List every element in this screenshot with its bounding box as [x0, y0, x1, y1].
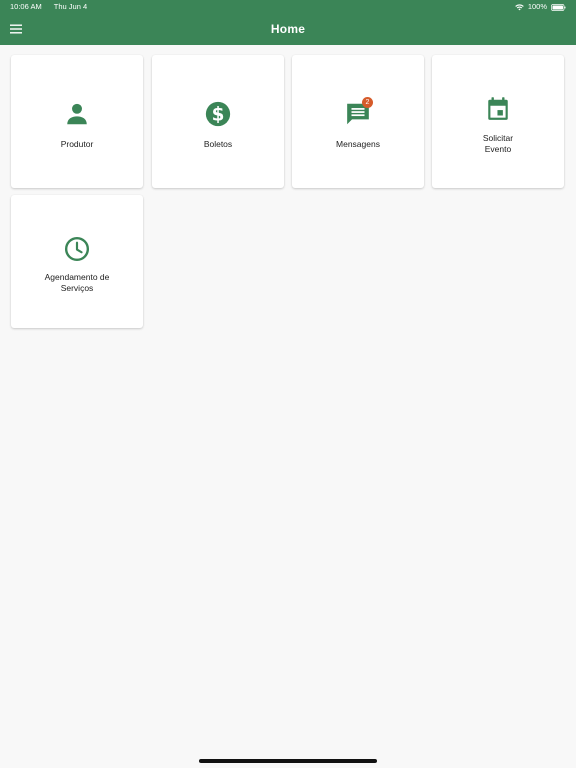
svg-text:$: $: [212, 105, 225, 126]
tile-label: Mensagens: [336, 139, 380, 149]
unread-badge: 2: [362, 97, 373, 108]
dollar-coin-icon: $: [205, 101, 231, 127]
tile-agendamento-servicos[interactable]: Agendamento de Serviços: [11, 195, 143, 328]
tile-boletos[interactable]: $ Boletos: [152, 55, 284, 188]
tile-produtor[interactable]: Produtor: [11, 55, 143, 188]
tile-label: Boletos: [203, 139, 233, 149]
calendar-icon: [485, 96, 511, 122]
tile-solicitar-evento[interactable]: Solicitar Evento: [432, 55, 564, 188]
app-bar: Home: [0, 14, 576, 45]
status-right: 100%: [515, 0, 566, 14]
message-icon: 2: [345, 97, 373, 127]
top-bar: 10:06 AM Thu Jun 4 100% Home: [0, 0, 576, 45]
status-bar: 10:06 AM Thu Jun 4 100%: [0, 0, 576, 14]
person-icon: [64, 101, 90, 127]
tile-label: Agendamento de Serviços: [44, 272, 110, 293]
tile-label: Produtor: [60, 139, 94, 149]
status-time: 10:06 AM: [10, 2, 42, 11]
status-date: Thu Jun 4: [53, 2, 88, 11]
wifi-icon: [515, 3, 524, 11]
battery-percentage: 100%: [527, 2, 547, 11]
tile-mensagens[interactable]: 2 Mensagens: [292, 55, 424, 188]
battery-icon: [551, 3, 566, 11]
tile-label: Solicitar Evento: [482, 133, 514, 154]
home-indicator[interactable]: [199, 759, 377, 763]
clock-icon: [64, 236, 90, 262]
status-left: 10:06 AM Thu Jun 4: [10, 0, 87, 14]
page-title: Home: [270, 22, 306, 36]
